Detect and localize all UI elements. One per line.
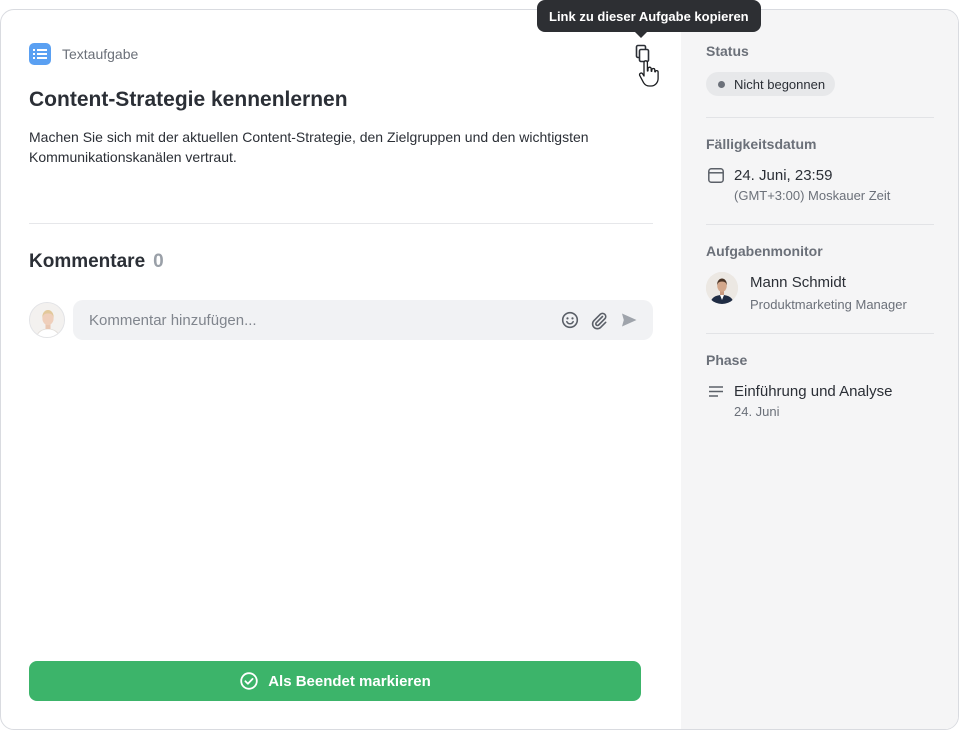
monitor-label: Aufgabenmonitor	[706, 243, 823, 259]
comment-input-box	[73, 300, 653, 340]
due-date-value: 24. Juni, 23:59	[734, 167, 833, 184]
task-sidebar: Status Nicht begonnen Fälligkeitsdatum 2…	[681, 10, 958, 729]
comment-input[interactable]	[89, 311, 549, 329]
task-description: Machen Sie sich mit der aktuellen Conten…	[29, 129, 589, 165]
status-dot-icon	[718, 80, 725, 88]
sidebar-divider	[706, 224, 934, 225]
due-date-label: Fälligkeitsdatum	[706, 136, 817, 152]
current-user-avatar	[29, 302, 65, 338]
copy-link-tooltip: Link zu dieser Aufgabe kopieren	[537, 0, 761, 38]
phase-label: Phase	[706, 352, 748, 368]
comments-heading: Kommentare 0	[29, 251, 164, 273]
mark-done-label: Als Beendet markieren	[268, 672, 431, 690]
task-main: Textaufgabe Content-Strategie kennenlern…	[1, 10, 681, 729]
task-detail-panel: Textaufgabe Content-Strategie kennenlern…	[0, 9, 959, 730]
mark-done-button[interactable]: Als Beendet markieren	[29, 661, 641, 701]
lines-icon	[709, 386, 723, 397]
status-label: Status	[706, 43, 749, 59]
status-badge[interactable]: Nicht begonnen	[706, 72, 836, 96]
task-type-label: Textaufgabe	[62, 46, 139, 62]
list-icon	[29, 43, 51, 65]
due-date-timezone: (GMT+3:00) Moskauer Zeit	[734, 188, 891, 203]
status-value: Nicht begonnen	[734, 76, 826, 92]
phase-date: 24. Juni	[734, 404, 780, 419]
send-icon[interactable]	[619, 310, 639, 330]
monitor-avatar	[706, 272, 738, 304]
calendar-icon	[708, 168, 724, 183]
paperclip-icon[interactable]	[589, 310, 609, 330]
hand-cursor-icon	[638, 60, 660, 88]
task-type-row: Textaufgabe	[29, 43, 138, 65]
task-title: Content-Strategie kennenlernen	[29, 88, 348, 111]
sidebar-divider	[706, 333, 934, 334]
phase-name: Einführung und Analyse	[734, 383, 893, 400]
comments-count: 0	[153, 251, 164, 272]
smiley-icon[interactable]	[560, 310, 580, 330]
monitor-role: Produktmarketing Manager	[750, 297, 907, 312]
comments-title: Kommentare	[29, 251, 146, 272]
monitor-name: Mann Schmidt	[750, 274, 846, 291]
sidebar-divider	[706, 117, 934, 118]
section-divider	[29, 223, 653, 224]
check-circle-icon	[240, 672, 258, 690]
